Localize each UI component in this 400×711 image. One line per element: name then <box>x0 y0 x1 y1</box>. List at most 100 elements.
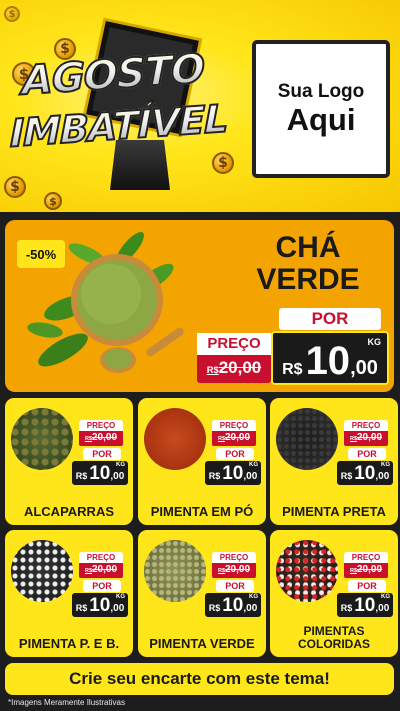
por-label: POR <box>216 448 254 460</box>
unit-label: KG <box>381 594 390 600</box>
featured-product-card[interactable]: -50% CHÁ VERDE POR PREÇO R$20,00 R$ 10 ,… <box>5 220 394 392</box>
preco-label: PREÇO <box>86 421 116 430</box>
product-card[interactable]: PREÇO R$20,00 POR R$ 10 ,00 KG PIMENTA P… <box>5 530 133 657</box>
price-currency: R$ <box>340 471 353 481</box>
preco-label: PREÇO <box>219 421 249 430</box>
old-price-currency: R$ <box>217 436 225 442</box>
price-decimal: ,00 <box>350 357 378 379</box>
product-name: PIMENTA PRETA <box>282 503 386 519</box>
por-label: POR <box>83 448 121 460</box>
old-price-value: 20,00 <box>357 432 383 443</box>
product-image <box>144 408 206 470</box>
old-price: R$20,00 <box>344 563 388 578</box>
unit-label: KG <box>249 462 258 468</box>
price-currency: R$ <box>340 603 353 613</box>
preco-box: PREÇO R$20,00 <box>79 420 123 446</box>
preco-label: PREÇO <box>219 553 249 562</box>
preco-box: PREÇO R$20,00 <box>344 420 388 446</box>
price-box: R$ 10 ,00 KG <box>71 592 129 618</box>
featured-product-name-line-1: CHÁ <box>275 231 341 264</box>
price-integer: 10 <box>354 595 376 616</box>
por-label: POR <box>348 580 386 592</box>
price-currency: R$ <box>75 471 88 481</box>
dollar-coin-icon: $ <box>4 176 26 198</box>
old-price-currency: R$ <box>84 568 92 574</box>
price-decimal: ,00 <box>110 603 125 614</box>
price-decimal: ,00 <box>243 471 258 482</box>
price-integer: 10 <box>89 595 111 616</box>
unit-label: KG <box>381 462 390 468</box>
product-name: PIMENTA P. E B. <box>18 635 120 651</box>
old-price-value: 20,00 <box>218 358 262 377</box>
por-label: POR <box>216 580 254 592</box>
preco-label: PREÇO <box>197 333 271 355</box>
price-integer: 10 <box>222 595 244 616</box>
product-image <box>11 408 73 470</box>
price-integer: 10 <box>305 339 351 383</box>
product-name: PIMENTAS COLORIDAS <box>298 623 370 651</box>
old-price-currency: R$ <box>206 365 219 375</box>
old-price: R$20,00 <box>212 563 256 578</box>
old-price-value: 20,00 <box>225 432 251 443</box>
preco-box: PREÇO R$20,00 <box>79 552 123 578</box>
price-box: R$ 10 ,00 KG <box>271 331 389 385</box>
price-integer: 10 <box>354 463 376 484</box>
product-name: PIMENTA EM PÓ <box>150 503 254 519</box>
old-price-value: 20,00 <box>92 432 118 443</box>
price-decimal: ,00 <box>243 603 258 614</box>
dollar-coin-icon: $ <box>4 6 20 22</box>
product-card[interactable]: PREÇO R$20,00 POR R$ 10 ,00 KG PIMENTAS … <box>270 530 398 657</box>
old-price-value: 20,00 <box>357 564 383 575</box>
featured-product-name: CHÁ VERDE <box>243 231 373 297</box>
price-decimal: ,00 <box>375 471 390 482</box>
product-image <box>144 540 206 602</box>
price-box: R$ 10 ,00 KG <box>204 460 262 486</box>
preco-box: PREÇO R$20,00 <box>344 552 388 578</box>
logo-text-line-1: Sua Logo <box>277 80 365 102</box>
logo-placeholder[interactable]: Sua Logo Aqui <box>252 40 390 178</box>
product-image <box>276 540 338 602</box>
header-banner: $ $ $ $ $ $ AGOSTO IMBATÍVEL Sua Logo Aq… <box>0 0 400 212</box>
old-price: R$20,00 <box>212 431 256 446</box>
por-label: POR <box>348 448 386 460</box>
unit-label: KG <box>249 594 258 600</box>
old-price: R$20,00 <box>197 355 271 383</box>
old-price-currency: R$ <box>349 436 357 442</box>
price-box: R$ 10 ,00 KG <box>336 460 394 486</box>
preco-box: PREÇO R$20,00 <box>212 420 256 446</box>
old-price-currency: R$ <box>349 568 357 574</box>
product-card[interactable]: PREÇO R$20,00 POR R$ 10 ,00 KG PIMENTA P… <box>270 398 398 525</box>
price-box: R$ 10 ,00 KG <box>336 592 394 618</box>
preco-label: PREÇO <box>86 553 116 562</box>
preco-label: PREÇO <box>351 553 381 562</box>
por-label: POR <box>279 308 381 330</box>
price-integer: 10 <box>89 463 111 484</box>
dollar-coin-icon: $ <box>212 152 234 174</box>
preco-label: PREÇO <box>351 421 381 430</box>
product-image <box>276 408 338 470</box>
preco-box: PREÇO R$20,00 <box>212 552 256 578</box>
product-card[interactable]: PREÇO R$20,00 POR R$ 10 ,00 KG PIMENTA V… <box>138 530 266 657</box>
unit-label: KG <box>116 594 125 600</box>
old-price-currency: R$ <box>84 436 92 442</box>
product-card[interactable]: PREÇO R$20,00 POR R$ 10 ,00 KG ALCAPARRA… <box>5 398 133 525</box>
price-currency: R$ <box>75 603 88 613</box>
product-name: ALCAPARRAS <box>23 503 115 519</box>
product-image <box>11 540 73 602</box>
unit-label: KG <box>116 462 125 468</box>
cta-banner[interactable]: Crie seu encarte com este tema! <box>5 663 394 695</box>
por-label: POR <box>83 580 121 592</box>
title-line-2: IMBATÍVEL <box>9 95 228 156</box>
old-price-value: 20,00 <box>225 564 251 575</box>
product-name: PIMENTA VERDE <box>149 635 255 651</box>
featured-product-name-line-2: VERDE <box>256 263 360 297</box>
price-decimal: ,00 <box>375 603 390 614</box>
old-price: R$20,00 <box>79 563 123 578</box>
product-card[interactable]: PREÇO R$20,00 POR R$ 10 ,00 KG PIMENTA E… <box>138 398 266 525</box>
price-currency: R$ <box>282 361 303 378</box>
old-price: R$20,00 <box>344 431 388 446</box>
old-price-currency: R$ <box>217 568 225 574</box>
old-price-value: 20,00 <box>92 564 118 575</box>
dollar-coin-icon: $ <box>44 192 62 210</box>
price-box: R$ 10 ,00 KG <box>204 592 262 618</box>
